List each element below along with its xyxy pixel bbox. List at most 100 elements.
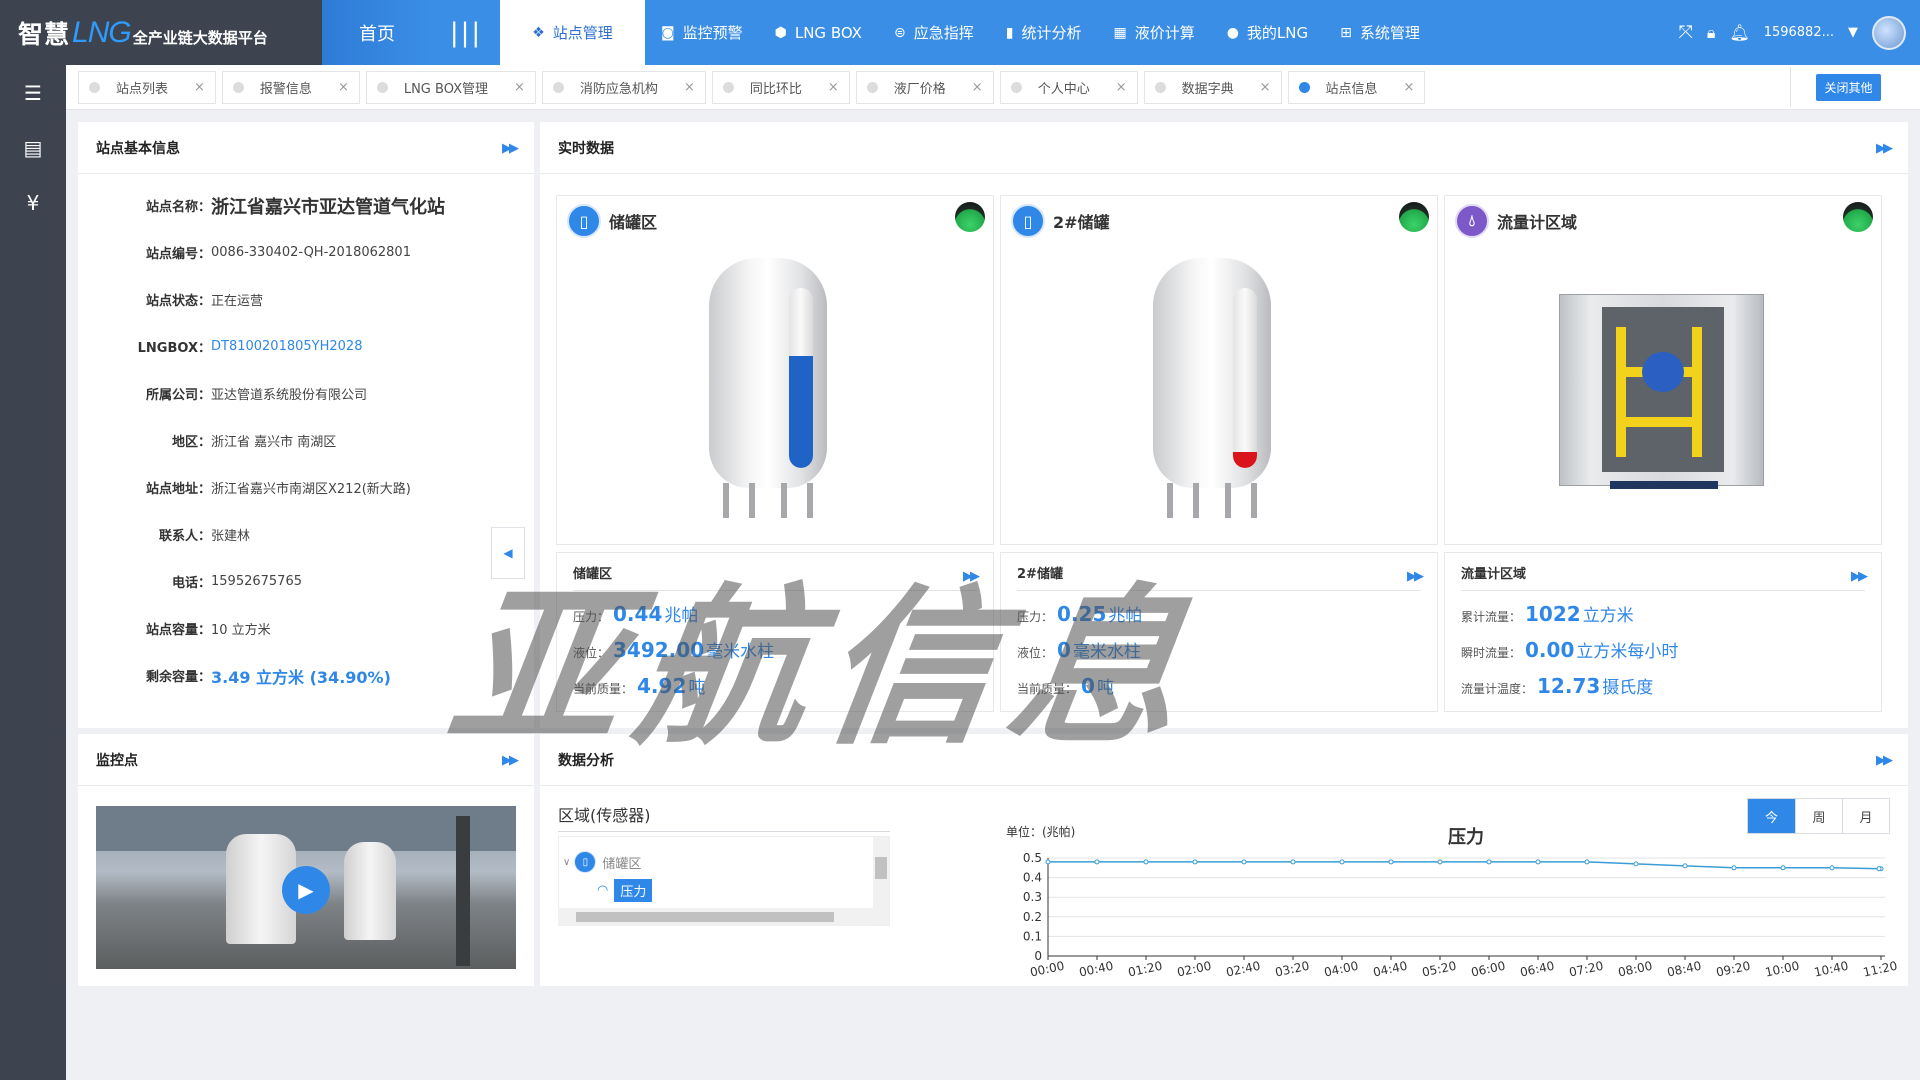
tab-0[interactable]: 站点列表 × <box>78 70 216 104</box>
info-row: LNGBOX： DT8100201805YH2028 <box>78 323 534 370</box>
horizontal-scrollbar[interactable] <box>558 908 874 926</box>
avatar[interactable] <box>1872 15 1906 50</box>
tab-7[interactable]: 数据字典 × <box>1143 70 1282 104</box>
nav-price-calc[interactable]: ▦ 液价计算 <box>1097 0 1210 65</box>
tank-leg <box>1251 483 1257 518</box>
play-icon[interactable]: ▶ <box>282 866 330 914</box>
readout-value: 0.00 <box>1525 638 1575 662</box>
close-icon[interactable]: × <box>684 80 695 95</box>
readout-header: 储罐区 ▶▶ <box>573 563 980 591</box>
nav-site-management[interactable]: ❖ 站点管理 <box>500 0 645 65</box>
fullscreen-icon[interactable]: ⤧ <box>1678 22 1692 43</box>
close-icon[interactable]: × <box>972 80 983 95</box>
realtime-card-1: ▯ 2#储罐 <box>1000 195 1438 545</box>
expand-icon[interactable]: ▶▶ <box>1407 569 1424 584</box>
close-icon[interactable]: × <box>514 80 525 95</box>
data-point[interactable] <box>1192 859 1198 865</box>
x-tick-label: 07:20 <box>1568 959 1605 980</box>
close-icon[interactable]: × <box>828 80 839 95</box>
video-thumbnail[interactable]: ▶ <box>96 806 516 969</box>
tab-dot <box>1298 81 1310 93</box>
tab-5[interactable]: 液厂价格 × <box>855 70 994 104</box>
readout-header: 2#储罐 ▶▶ <box>1017 563 1424 591</box>
username[interactable]: 1596882... <box>1764 25 1834 40</box>
nav-system[interactable]: ⊞ 系统管理 <box>1324 0 1436 65</box>
sensor-tree: 区域(传感器) ∨ ▯ 储罐区 ◠ 压力 ⊥ 液位 <box>558 802 890 932</box>
info-value: 正在运营 <box>211 294 264 309</box>
tab-2[interactable]: LNG BOX管理 × <box>365 70 536 104</box>
expand-icon[interactable]: ▶▶ <box>1876 753 1893 768</box>
data-point[interactable] <box>1094 859 1100 865</box>
data-point[interactable] <box>1633 861 1639 867</box>
nav-home[interactable]: 首页 <box>322 0 432 65</box>
tank-leg <box>749 483 755 518</box>
caret-left-icon: ◀ <box>503 546 513 560</box>
info-value[interactable]: DT8100201805YH2028 <box>211 339 362 354</box>
flowmeter-cabinet <box>1559 294 1764 489</box>
tab-3[interactable]: 消防应急机构 × <box>541 70 706 104</box>
data-point[interactable] <box>1829 865 1835 871</box>
data-point[interactable] <box>1388 859 1394 865</box>
close-icon[interactable]: × <box>194 80 205 95</box>
data-point[interactable] <box>1682 863 1688 869</box>
chevron-down-icon[interactable]: ▼ <box>1848 25 1858 40</box>
nav-my-lng[interactable]: ● 我的LNG <box>1211 0 1324 65</box>
expand-icon[interactable]: ▶▶ <box>502 141 519 156</box>
data-point[interactable] <box>1535 859 1541 865</box>
expand-icon[interactable]: ▶▶ <box>1851 569 1868 584</box>
level-gauge <box>789 288 813 468</box>
nav-monitor-alarm[interactable]: ◙ 监控预警 <box>645 0 759 65</box>
expand-icon[interactable]: ▶▶ <box>1876 141 1893 156</box>
menu-bars-icon[interactable]: ||| <box>432 0 500 65</box>
expand-icon[interactable]: ▶▶ <box>502 753 519 768</box>
tab-8[interactable]: 站点信息 × <box>1287 70 1426 104</box>
tab-6[interactable]: 个人中心 × <box>999 70 1138 104</box>
data-point[interactable] <box>1339 859 1345 865</box>
collapse-panel-button[interactable]: ◀ <box>491 527 525 579</box>
scroll-thumb[interactable] <box>576 912 834 922</box>
nav-lng-box[interactable]: ⬢ LNG BOX <box>759 0 878 65</box>
data-point[interactable] <box>1780 865 1786 871</box>
brand-logo: 智慧 LNG 全产业链大数据平台 <box>0 0 322 65</box>
readout-unit: 兆帕 <box>664 606 699 626</box>
lock-icon[interactable]: 🔒︎ <box>1707 23 1716 43</box>
close-icon[interactable]: × <box>1116 80 1127 95</box>
data-point[interactable] <box>1241 859 1247 865</box>
chart-title: 压力 <box>1448 827 1484 848</box>
tree-item-pressure[interactable]: ◠ 压力 <box>597 879 653 902</box>
expand-icon[interactable]: ▶▶ <box>963 569 980 584</box>
data-point[interactable] <box>1143 859 1149 865</box>
vertical-scrollbar[interactable] <box>873 837 889 925</box>
data-point[interactable] <box>1486 859 1492 865</box>
close-icon[interactable]: × <box>338 80 349 95</box>
cabinet-base <box>1610 481 1718 489</box>
data-point[interactable] <box>1584 859 1590 865</box>
list-icon[interactable]: ☰ <box>0 65 66 120</box>
card-name: 2#储罐 <box>1053 213 1110 232</box>
realtime-card-title: ▯ 储罐区 <box>567 204 657 238</box>
data-point[interactable] <box>1290 859 1296 865</box>
data-point[interactable] <box>1876 866 1882 872</box>
tab-1[interactable]: 报警信息 × <box>221 70 360 104</box>
data-point[interactable] <box>1437 859 1443 865</box>
data-point[interactable] <box>1045 859 1051 865</box>
info-row: 站点容量： 10 立方米 <box>78 605 534 652</box>
close-icon[interactable]: × <box>1404 80 1415 95</box>
scroll-thumb[interactable] <box>875 857 887 879</box>
close-others-wrap: 关闭其他 <box>1790 67 1906 107</box>
readout-line: 流量计温度： 12.73 摄氏度 <box>1461 673 1653 698</box>
tab-4[interactable]: 同比环比 × <box>711 70 850 104</box>
close-icon[interactable]: × <box>1260 80 1271 95</box>
bell-icon[interactable]: 🔔︎ <box>1729 23 1749 42</box>
nav-statistics[interactable]: ▮ 统计分析 <box>990 0 1098 65</box>
video-tank-right <box>344 842 396 940</box>
close-others-button[interactable]: 关闭其他 <box>1816 73 1881 101</box>
yen-icon[interactable]: ¥ <box>0 175 66 230</box>
tank-leg <box>1193 483 1199 518</box>
nav-emergency[interactable]: ⊜ 应急指挥 <box>878 0 990 65</box>
tree-group[interactable]: ∨ ▯ 储罐区 <box>563 851 641 873</box>
bar-chart-icon: ▮ <box>1005 24 1014 41</box>
data-point[interactable] <box>1731 865 1737 871</box>
document-icon[interactable]: ▤ <box>0 120 66 175</box>
readout-value: 0 <box>1057 638 1071 662</box>
